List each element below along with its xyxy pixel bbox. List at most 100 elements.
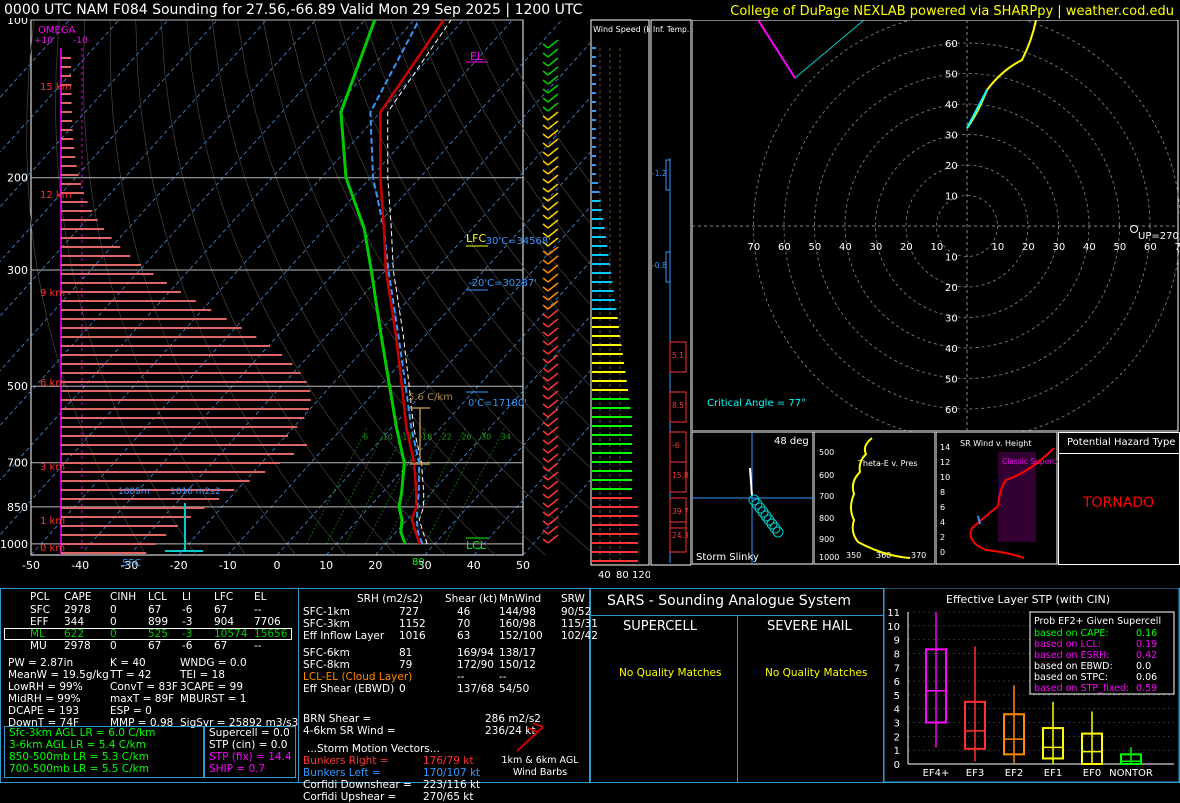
kin-cell: 138/17 xyxy=(499,647,536,659)
svg-text:700: 700 xyxy=(819,492,834,501)
stp-category: NONTOR xyxy=(1109,768,1153,779)
wind-barb-flag xyxy=(543,494,548,498)
wind-barb xyxy=(548,373,558,381)
wind-barb xyxy=(548,247,558,255)
parcel-cell: 344 xyxy=(64,616,84,628)
hodo-x-label: 20 xyxy=(1022,242,1035,253)
mixing-ratio-label: 26 xyxy=(461,433,471,442)
mixing-ratio-label: 18 xyxy=(422,433,432,442)
parcel-cell: 7706 xyxy=(254,616,281,628)
motion-label: Corfidi Downshear = xyxy=(303,779,412,791)
ws-tick-40: 40 xyxy=(598,570,611,581)
wind-barb-flag xyxy=(543,539,548,543)
m30-label: -30'C=34568' xyxy=(482,236,551,247)
index-value: TEI = 18 xyxy=(180,669,225,681)
parcel-cell: 904 xyxy=(214,616,234,628)
kin-cell: 70 xyxy=(457,618,470,630)
svg-text:0: 0 xyxy=(940,548,945,557)
index-value: MBURST = 1 xyxy=(180,693,246,705)
params-box: Supercell = 0.0 STP (cin) = 0.0 STP (fix… xyxy=(204,726,296,778)
kin-cell: 727 xyxy=(399,606,419,618)
stp-category: EF4+ xyxy=(923,768,950,779)
wind-barb xyxy=(548,355,558,363)
parcel-cell: 525 xyxy=(148,628,168,640)
wind-barb xyxy=(548,202,558,210)
lapse-0: Sfc-3km AGL LR = 6.0 C/km xyxy=(9,727,155,739)
wind-barb-flag xyxy=(543,143,548,147)
kin-cell: SFC-3km xyxy=(303,618,350,630)
kin-cell: Eff Inflow Layer xyxy=(303,630,384,642)
ws-tick-80: 80 xyxy=(616,570,629,581)
mixing-ratio-label: 10 xyxy=(383,433,393,442)
wind-barb xyxy=(548,310,558,318)
motion-label: Bunkers Left = xyxy=(303,767,381,779)
parcel-cell: 15656 xyxy=(254,628,287,640)
wind-barb-flag xyxy=(543,98,548,102)
omega-label: OMEGA xyxy=(38,25,76,36)
temp-adv-label: -6 xyxy=(672,441,680,450)
temp-tick: 40 xyxy=(467,559,481,572)
brn-label: BRN Shear = xyxy=(303,713,371,725)
height-label: 9 km xyxy=(40,288,65,299)
wind-barb xyxy=(548,328,558,336)
wind-barb-flag xyxy=(543,260,548,264)
temp-adv-label: 24.3 xyxy=(672,531,689,540)
wind-barb xyxy=(548,121,558,129)
parcel-cell: -- xyxy=(254,604,262,616)
wind-barb xyxy=(548,58,558,66)
wind-barb xyxy=(548,445,558,453)
temp-adv-label: 5.1 xyxy=(672,351,684,360)
wind-barb xyxy=(548,40,558,48)
theta-e-inset: Theta-E v. Pres 500 600 700 800 900 1000… xyxy=(814,432,936,565)
wind-barb-flag xyxy=(543,215,548,219)
kin-h-srw: SRW xyxy=(561,593,585,605)
kin-cell: SFC-6km xyxy=(303,647,350,659)
wind-barb-flag xyxy=(543,476,548,480)
hazard-title: Potential Hazard Type xyxy=(1067,437,1175,449)
kin-cell: 172/90 xyxy=(457,659,494,671)
hodo-x-label: 30 xyxy=(870,242,883,253)
wind-barb-flag xyxy=(543,188,548,192)
height-label: 15 km xyxy=(40,82,71,93)
svg-text:12: 12 xyxy=(940,458,950,467)
parcel-cell: 0 xyxy=(110,604,117,616)
wind-barb-flag xyxy=(543,440,548,444)
wind-barb xyxy=(548,418,558,426)
stp-ytick: 3 xyxy=(894,719,900,730)
kin-cell: 144/98 xyxy=(499,606,536,618)
wind-barb-flag xyxy=(543,161,548,165)
wind-barb xyxy=(548,436,558,444)
svg-text:370: 370 xyxy=(911,551,926,560)
parcel-cell: 2978 xyxy=(64,604,91,616)
lcl-label: LCL xyxy=(466,539,487,552)
stp-legend-label: based on EBWD: xyxy=(1034,661,1113,672)
wind-barb-flag xyxy=(543,404,548,408)
mixing-ratio-label: 30 xyxy=(481,433,491,442)
wind-barb-flag xyxy=(543,521,548,525)
el-label: EL xyxy=(470,50,484,63)
wind-barb xyxy=(548,103,558,111)
motion-label: Bunkers Right = xyxy=(303,755,389,767)
svg-text:800: 800 xyxy=(819,514,834,523)
index-value: TT = 42 xyxy=(110,669,151,681)
wind-barb xyxy=(548,274,558,282)
wind-barb xyxy=(548,157,558,165)
omega-tick-plus: +10 xyxy=(34,36,53,46)
wind-barb xyxy=(548,391,558,399)
stp-legend-value: 0.16 xyxy=(1136,628,1157,639)
hodo-ring-label-low: 20 xyxy=(945,283,958,294)
hodo-ring-label-low: 60 xyxy=(945,405,958,416)
zero-label: 0'C=17180' xyxy=(468,398,527,409)
wind-barb xyxy=(548,463,558,471)
hodo-x-label: 30 xyxy=(1053,242,1066,253)
hodo-x-label: 60 xyxy=(778,242,791,253)
stp-legend-title: Prob EF2+ Given Supercell xyxy=(1034,616,1161,627)
stp-ytick: 11 xyxy=(887,608,900,619)
svg-text:2: 2 xyxy=(940,533,945,542)
stp-ytick: 9 xyxy=(894,636,900,647)
hodo-x-label: 70 xyxy=(1175,242,1180,253)
motion-value: 223/116 kt xyxy=(423,779,480,791)
wind-barb xyxy=(548,256,558,264)
wind-barb-flag xyxy=(543,206,548,210)
motion-value: 170/107 kt xyxy=(423,767,480,779)
